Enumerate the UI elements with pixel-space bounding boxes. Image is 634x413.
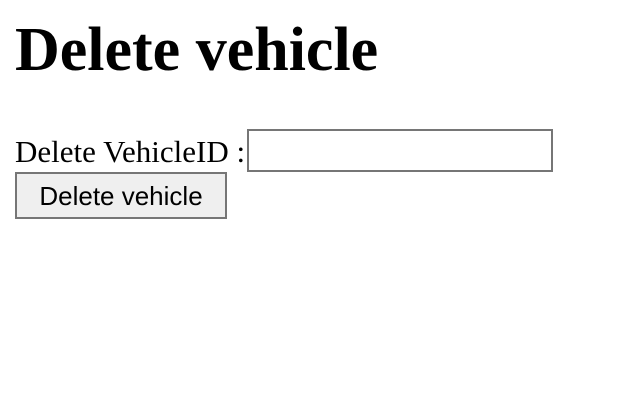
delete-vehicle-page: Delete vehicle Delete VehicleID : Delete… <box>0 0 634 413</box>
vehicle-id-input[interactable] <box>247 129 554 172</box>
vehicle-id-label: Delete VehicleID : <box>15 133 246 169</box>
delete-vehicle-button[interactable]: Delete vehicle <box>15 172 227 219</box>
page-title: Delete vehicle <box>15 16 379 84</box>
vehicle-id-row: Delete VehicleID : <box>15 129 554 172</box>
